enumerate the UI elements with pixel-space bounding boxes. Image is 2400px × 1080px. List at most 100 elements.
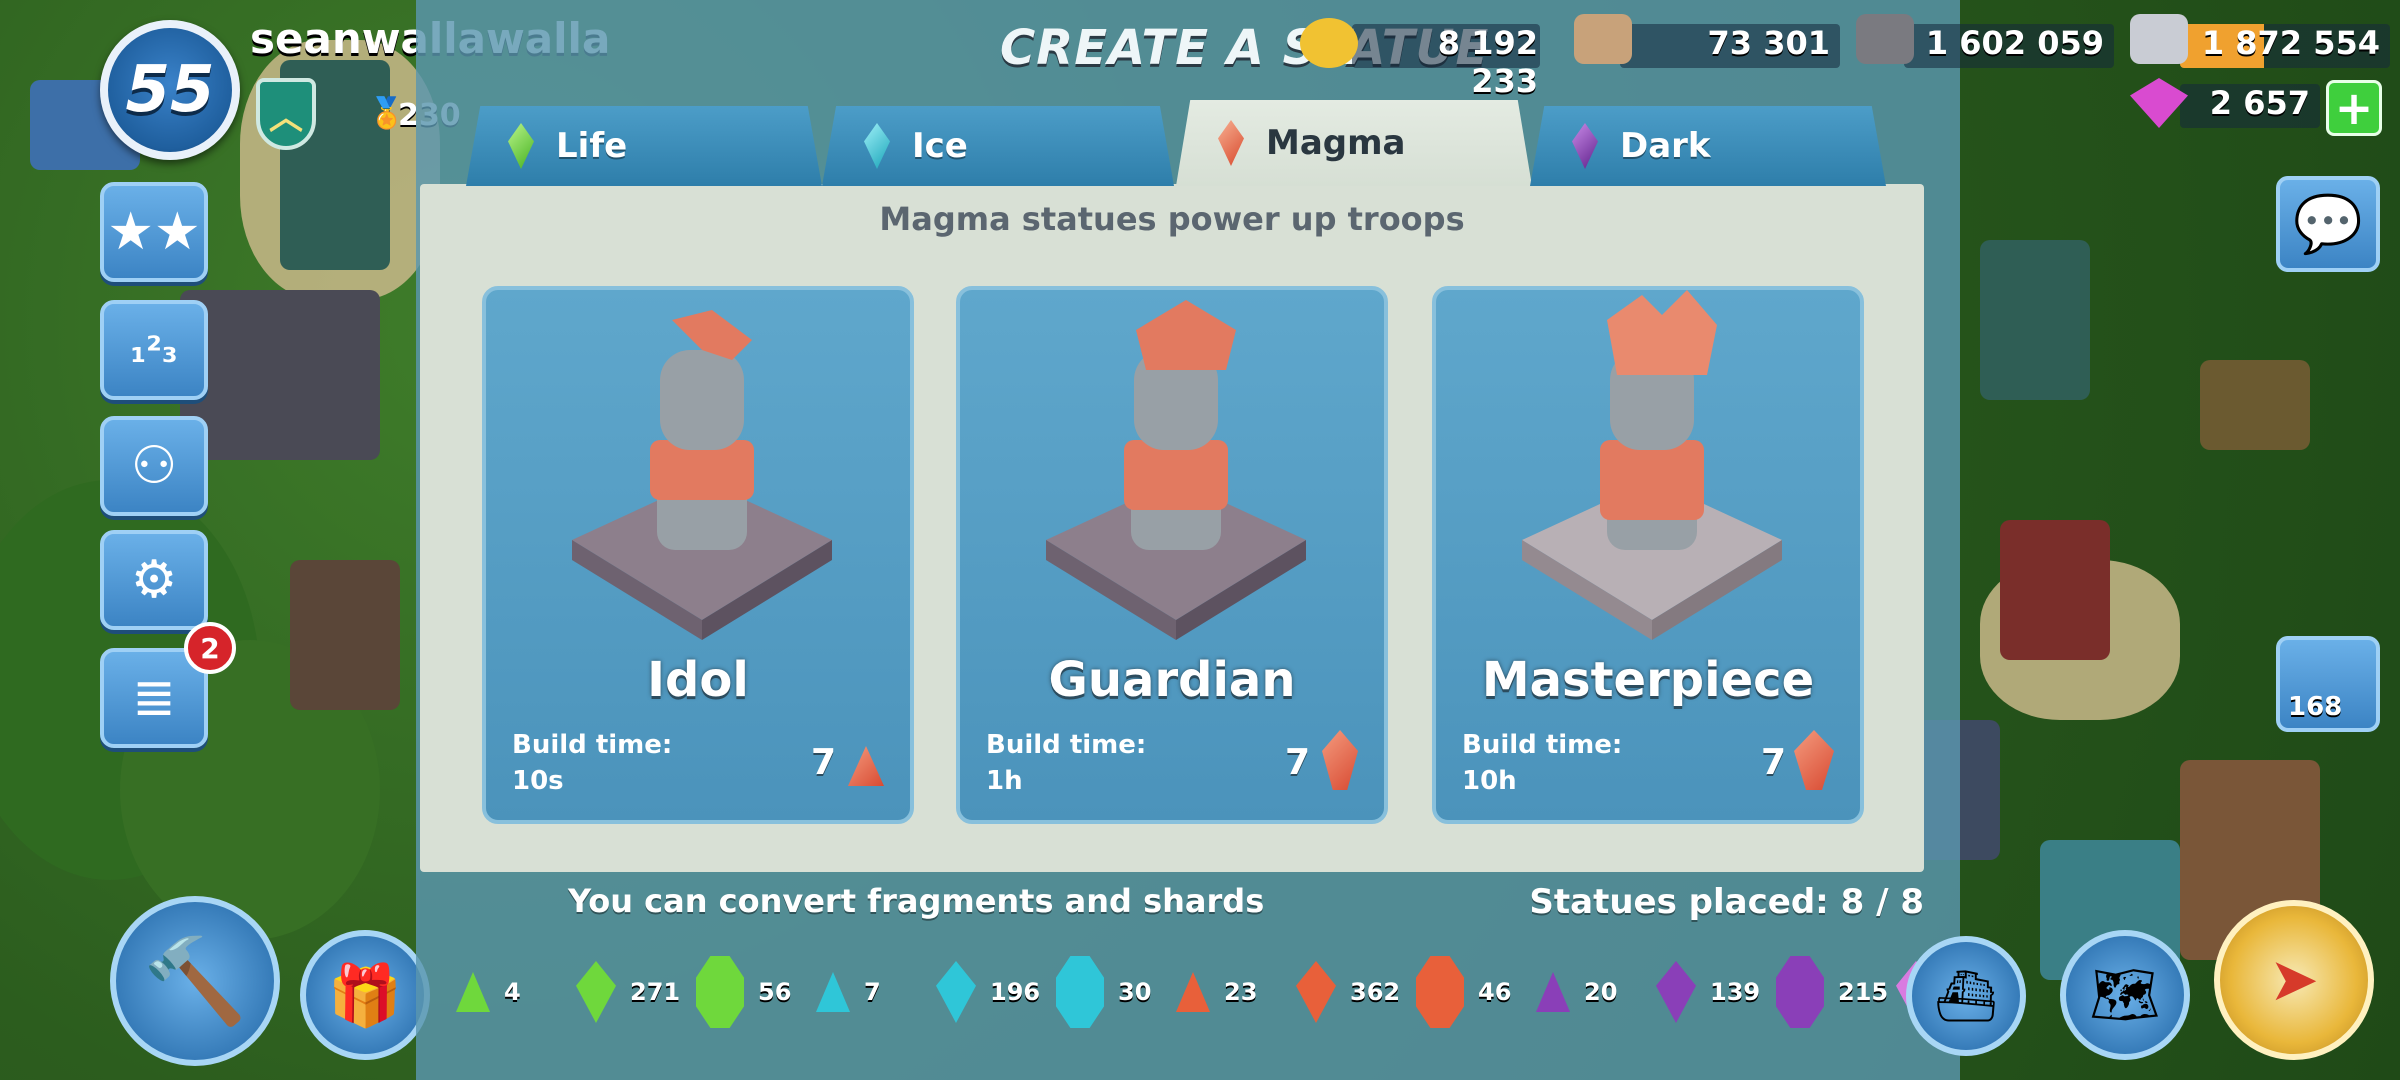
dark-crystal-count: 215 (1838, 978, 1889, 1006)
life-crystal-count: 56 (758, 978, 792, 1006)
convert-hint[interactable]: You can convert fragments and shards (568, 882, 1264, 920)
tab-dark-label: Dark (1620, 126, 1711, 166)
statue-cost: 7 (810, 742, 836, 783)
treasure-button[interactable]: 🎁 (300, 930, 430, 1060)
tab-dark[interactable]: Dark (1530, 106, 1886, 186)
tab-life-label: Life (556, 126, 628, 166)
magma-fragment-count: 23 (1224, 978, 1258, 1006)
life-shard-item: 271 (576, 952, 680, 1032)
magma-fragment-icon (1176, 972, 1210, 1012)
compass-icon: ➤ (2268, 945, 2320, 1015)
tab-magma-label: Magma (1266, 123, 1406, 163)
ice-fragment-item: 7 (816, 952, 881, 1032)
magma-fragment-icon (848, 746, 884, 786)
life-fragment-item: 4 (456, 952, 521, 1032)
chat-button[interactable]: 💬 (2276, 176, 2380, 272)
statue-name: Idol (647, 652, 749, 708)
build-button[interactable]: 🔨 (110, 896, 280, 1066)
dark-crystal-icon (1776, 956, 1824, 1028)
dark-fragment-count: 20 (1584, 978, 1618, 1006)
dark-gem-icon (1572, 123, 1598, 169)
build-time-label: Build time: (512, 730, 673, 760)
build-time-label: Build time: (986, 730, 1147, 760)
masterpiece-statue-image (1522, 290, 1782, 640)
statues-placed-count: Statues placed: 8 / 8 (1529, 882, 1924, 922)
magma-crystal-icon (1794, 730, 1834, 790)
magma-crystal-icon (1416, 956, 1464, 1028)
statue-name: Guardian (1048, 652, 1296, 708)
ice-shard-icon (936, 961, 976, 1023)
star-icon: ★★ (107, 202, 201, 262)
dialog-subtitle: Magma statues power up troops (879, 200, 1465, 238)
ice-gem-icon (864, 123, 890, 169)
tab-ice[interactable]: Ice (822, 106, 1174, 186)
tab-life[interactable]: Life (466, 106, 822, 186)
chat-bubble-icon: 💬 (2293, 192, 2363, 257)
radar-button[interactable]: ⛴ (1906, 936, 2026, 1056)
ice-crystal-icon (1056, 956, 1104, 1028)
wood-amount: 73 301 (1707, 24, 1830, 62)
chevron-rank-icon[interactable]: ︿ (256, 78, 316, 150)
player-level-badge[interactable]: 55 (100, 20, 240, 160)
magma-gem-icon (1218, 120, 1244, 166)
guardian-statue-image (1046, 300, 1306, 640)
magma-shard-count: 362 (1350, 978, 1401, 1006)
settings-button[interactable]: ⚙ (100, 530, 208, 630)
ice-crystal-count: 30 (1118, 978, 1152, 1006)
task-force-button[interactable]: ⚇ (100, 416, 208, 516)
achievements-button[interactable]: ★★ (100, 182, 208, 282)
treasure-chest-icon: 🎁 (327, 960, 403, 1031)
ice-fragment-count: 7 (864, 978, 881, 1006)
dark-fragment-item: 20 (1536, 952, 1617, 1032)
ice-crystal-item: 30 (1056, 952, 1151, 1032)
life-shard-icon (576, 961, 616, 1023)
troop-count: 168 (2288, 692, 2343, 722)
life-fragment-count: 4 (504, 978, 521, 1006)
dark-fragment-icon (1536, 972, 1570, 1012)
life-crystal-item: 56 (696, 952, 791, 1032)
dark-shard-icon (1656, 961, 1696, 1023)
diamonds-amount: 2 657 (2209, 84, 2310, 122)
statue-card-guardian[interactable]: Guardian Build time: 1h 7 (956, 286, 1388, 824)
map-button[interactable]: 🗺 (2060, 930, 2190, 1060)
podium-icon: ₁²₃ (130, 329, 178, 371)
statue-card-masterpiece[interactable]: Masterpiece Build time: 10h 7 (1432, 286, 1864, 824)
dark-shard-item: 139 (1656, 952, 1760, 1032)
ice-fragment-icon (816, 972, 850, 1012)
life-fragment-icon (456, 972, 490, 1012)
statue-card-idol[interactable]: Idol Build time: 10s 7 (482, 286, 914, 824)
gear-icon: ⚙ (130, 550, 178, 610)
leaderboard-button[interactable]: ₁²₃ (100, 300, 208, 400)
magma-shard-icon (1296, 961, 1336, 1023)
magma-crystal-count: 46 (1478, 978, 1512, 1006)
news-notification-badge: 2 (184, 622, 236, 674)
dark-shard-count: 139 (1710, 978, 1761, 1006)
plus-icon: + (2334, 81, 2374, 135)
build-time-value: 10s (512, 766, 564, 796)
tab-ice-label: Ice (912, 126, 968, 166)
group-icon: ⚇ (130, 436, 178, 496)
life-shard-count: 271 (630, 978, 681, 1006)
statue-cost: 7 (1760, 742, 1786, 783)
tab-magma[interactable]: Magma (1176, 100, 1532, 186)
gold-icon (1300, 18, 1358, 68)
idol-statue-image (572, 310, 832, 640)
stone-amount: 1 602 059 (1925, 24, 2104, 62)
magma-fragment-item: 23 (1176, 952, 1257, 1032)
newspaper-icon: ≣ (132, 668, 176, 728)
ice-shard-item: 196 (936, 952, 1040, 1032)
map-icon: 🗺 (2089, 963, 2161, 1028)
magma-shard-item: 362 (1296, 952, 1400, 1032)
statue-name: Masterpiece (1481, 652, 1815, 708)
magma-shard-icon (1322, 730, 1358, 790)
build-time-label: Build time: (1462, 730, 1623, 760)
buy-diamonds-button[interactable]: + (2326, 80, 2382, 136)
hammer-icon: 🔨 (142, 931, 248, 1030)
life-crystal-icon (696, 956, 744, 1028)
compass-button[interactable]: ➤ (2214, 900, 2374, 1060)
build-time-value: 10h (1462, 766, 1517, 796)
life-gem-icon (508, 123, 534, 169)
dark-crystal-item: 215 (1776, 952, 1888, 1032)
build-time-value: 1h (986, 766, 1023, 796)
ice-shard-count: 196 (990, 978, 1041, 1006)
